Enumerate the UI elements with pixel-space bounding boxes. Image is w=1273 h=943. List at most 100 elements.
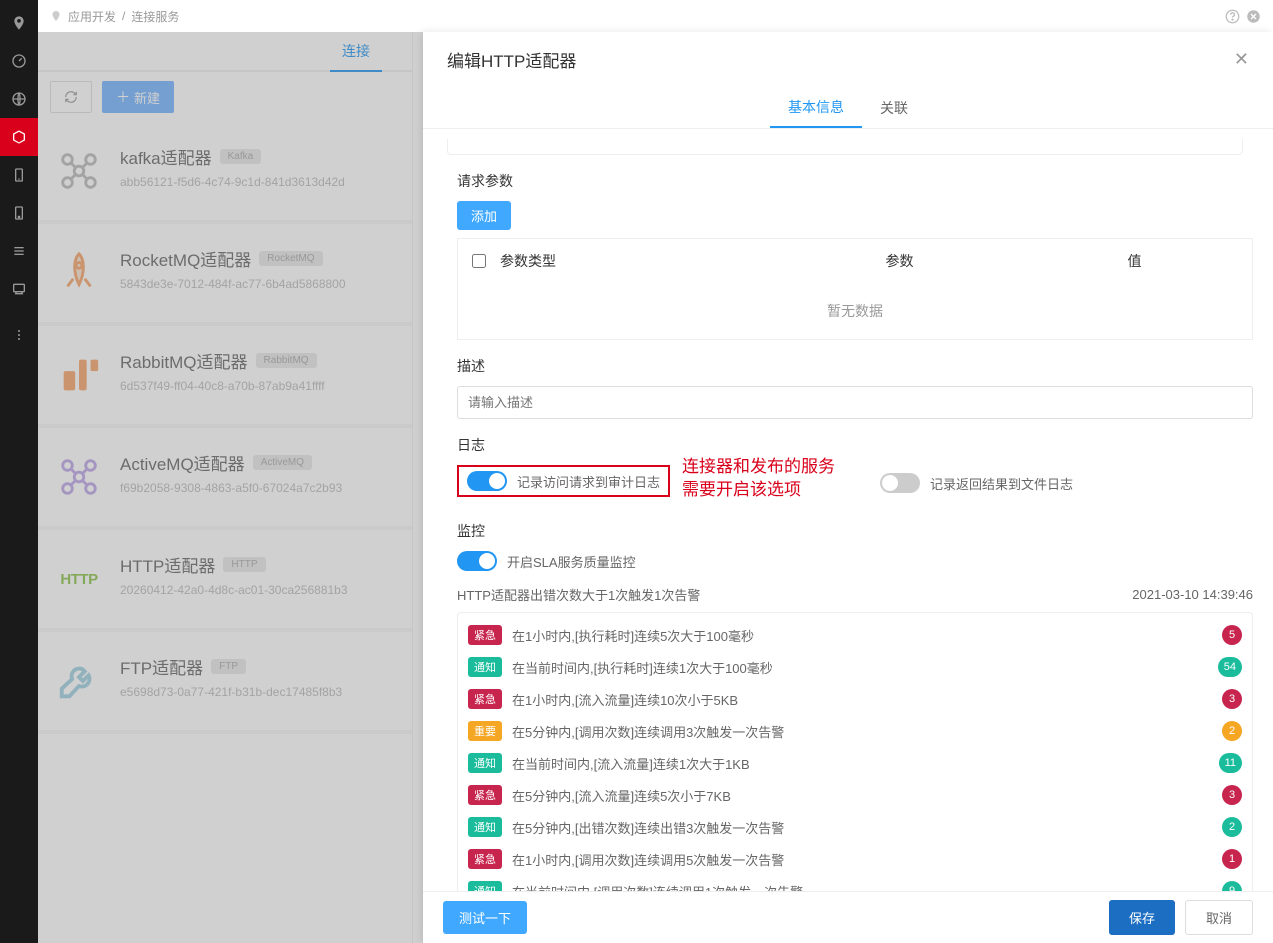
connection-name: HTTP适配器	[120, 552, 215, 577]
refresh-button[interactable]	[50, 81, 92, 113]
param-col-name: 参数	[782, 251, 1017, 271]
alarm-text: 在当前时间内,[调用次数]连续调用1次触发一次告警	[512, 882, 1212, 892]
nav-mobile-icon[interactable]	[0, 156, 38, 194]
section-description: 描述	[457, 356, 1253, 376]
close-circle-icon[interactable]	[1246, 9, 1261, 24]
param-empty: 暂无数据	[458, 283, 1252, 339]
cancel-button[interactable]: 取消	[1185, 900, 1253, 935]
breadcrumb-pin-icon	[50, 10, 62, 22]
alarm-item[interactable]: 通知 在当前时间内,[调用次数]连续调用1次触发一次告警 9	[468, 875, 1242, 891]
alarm-item[interactable]: 通知 在当前时间内,[流入流量]连续1次大于1KB 11	[468, 747, 1242, 779]
alarm-level-tag: 紧急	[468, 689, 502, 709]
alarm-text: 在5分钟内,[调用次数]连续调用3次触发一次告警	[512, 722, 1212, 741]
test-button[interactable]: 测试一下	[443, 901, 527, 934]
connection-item[interactable]: HTTP HTTP适配器 HTTP 20260412-42a0-4d8c-ac01…	[38, 530, 412, 632]
connection-list: kafka适配器 Kafka abb56121-f5d6-4c74-9c1d-84…	[38, 122, 412, 943]
connection-badge: RabbitMQ	[256, 353, 317, 368]
nav-globe-icon[interactable]	[0, 80, 38, 118]
param-col-type: 参数类型	[500, 251, 782, 271]
alarm-list: 紧急 在1小时内,[执行耗时]连续5次大于100毫秒 5通知 在当前时间内,[执…	[457, 612, 1253, 891]
nav-list-icon[interactable]	[0, 232, 38, 270]
label-audit-log: 记录访问请求到审计日志	[517, 472, 660, 491]
alarm-text: 在当前时间内,[流入流量]连续1次大于1KB	[512, 754, 1209, 773]
section-monitor: 监控	[457, 521, 1253, 541]
connection-item[interactable]: kafka适配器 Kafka abb56121-f5d6-4c74-9c1d-84…	[38, 122, 412, 224]
alarm-level-tag: 重要	[468, 721, 502, 741]
connection-name: kafka适配器	[120, 144, 212, 169]
breadcrumb-part2[interactable]: 连接服务	[131, 8, 179, 25]
connection-item[interactable]: RabbitMQ适配器RabbitMQ 6d537f49-ff04-40c8-a…	[38, 326, 412, 428]
nav-more-icon[interactable]	[0, 316, 38, 354]
nav-gauge-icon[interactable]	[0, 42, 38, 80]
connection-id: 20260412-42a0-4d8c-ac01-30ca256881b3	[120, 583, 398, 597]
connection-item[interactable]: ActiveMQ适配器ActiveMQ f69b2058-9308-4863-a…	[38, 428, 412, 530]
alarm-level-tag: 通知	[468, 881, 502, 891]
alarm-level-tag: 紧急	[468, 785, 502, 805]
save-button[interactable]: 保存	[1109, 900, 1175, 935]
nav-device-icon[interactable]	[0, 194, 38, 232]
tab-connection[interactable]: 连接	[330, 32, 382, 72]
nav-cube-icon[interactable]	[0, 118, 38, 156]
alarm-count: 54	[1218, 657, 1242, 677]
edit-panel: 编辑HTTP适配器 ✕ 基本信息 关联 请求参数 添加 参数类型 参数 值 暂无…	[423, 32, 1273, 943]
alarm-text: 在当前时间内,[执行耗时]连续1次大于100毫秒	[512, 658, 1208, 677]
add-param-button[interactable]: 添加	[457, 201, 511, 230]
alarm-count: 2	[1222, 817, 1242, 837]
connection-name: ActiveMQ适配器	[120, 450, 245, 475]
connection-item[interactable]: RocketMQ适配器RocketMQ 5843de3e-7012-484f-a…	[38, 224, 412, 326]
connection-item[interactable]: FTP适配器FTP e5698d73-0a77-421f-b31b-dec174…	[38, 632, 412, 734]
connection-id: 6d537f49-ff04-40c8-a70b-87ab9a41ffff	[120, 379, 398, 393]
alarm-text: 在1小时内,[执行耗时]连续5次大于100毫秒	[512, 626, 1212, 645]
alarm-text: 在5分钟内,[出错次数]连续出错3次触发一次告警	[512, 818, 1212, 837]
alarm-timestamp: 2021-03-10 14:39:46	[1132, 587, 1253, 602]
connection-id: abb56121-f5d6-4c74-9c1d-841d3613d42d	[120, 175, 398, 189]
alarm-item[interactable]: 通知 在当前时间内,[执行耗时]连续1次大于100毫秒 54	[468, 651, 1242, 683]
panel-title: 编辑HTTP适配器	[447, 47, 576, 72]
connection-id: f69b2058-9308-4863-a5f0-67024a7c2b93	[120, 481, 398, 495]
connection-icon	[52, 450, 106, 504]
toggle-sla-monitor[interactable]	[457, 551, 497, 571]
alarm-item[interactable]: 重要 在5分钟内,[调用次数]连续调用3次触发一次告警 2	[468, 715, 1242, 747]
connection-icon: HTTP	[52, 552, 106, 606]
alarm-item[interactable]: 紧急 在1小时内,[执行耗时]连续5次大于100毫秒 5	[468, 619, 1242, 651]
connection-icon	[52, 654, 106, 708]
connection-icon	[52, 246, 106, 300]
toggle-file-log[interactable]	[880, 473, 920, 493]
param-table: 参数类型 参数 值 暂无数据	[457, 238, 1253, 340]
tab-relation[interactable]: 关联	[862, 87, 926, 128]
help-icon[interactable]	[1225, 9, 1240, 24]
alarm-level-tag: 紧急	[468, 849, 502, 869]
section-request-params: 请求参数	[457, 171, 1253, 191]
alarm-item[interactable]: 紧急 在1小时内,[流入流量]连续10次小于5KB 3	[468, 683, 1242, 715]
alarm-count: 2	[1222, 721, 1242, 741]
section-log: 日志	[457, 435, 1253, 455]
connection-badge: HTTP	[223, 557, 265, 572]
alarm-level-tag: 通知	[468, 753, 502, 773]
nav-pin-icon[interactable]	[0, 4, 38, 42]
callout-text-line2: 需要开启该选项	[682, 478, 801, 502]
connection-id: e5698d73-0a77-421f-b31b-dec17485f8b3	[120, 685, 398, 699]
callout-text-line1: 连接器和发布的服务	[682, 455, 835, 479]
description-input[interactable]	[457, 386, 1253, 419]
alarm-count: 11	[1219, 753, 1242, 773]
alarm-count: 3	[1222, 689, 1242, 709]
callout-box: 记录访问请求到审计日志	[457, 465, 670, 497]
alarm-summary: HTTP适配器出错次数大于1次触发1次告警	[457, 585, 700, 604]
param-select-all-checkbox[interactable]	[472, 254, 486, 268]
breadcrumb-part1[interactable]: 应用开发	[68, 8, 116, 25]
nav-monitor-icon[interactable]	[0, 270, 38, 308]
alarm-count: 1	[1222, 849, 1242, 869]
alarm-text: 在5分钟内,[流入流量]连续5次小于7KB	[512, 786, 1212, 805]
toggle-audit-log[interactable]	[467, 471, 507, 491]
alarm-item[interactable]: 紧急 在5分钟内,[流入流量]连续5次小于7KB 3	[468, 779, 1242, 811]
tab-basic-info[interactable]: 基本信息	[770, 87, 862, 128]
connection-badge: RocketMQ	[259, 251, 322, 266]
new-button[interactable]: ＋新建	[102, 81, 174, 113]
connection-badge: Kafka	[220, 149, 262, 164]
alarm-item[interactable]: 紧急 在1小时内,[调用次数]连续调用5次触发一次告警 1	[468, 843, 1242, 875]
close-icon[interactable]: ✕	[1234, 49, 1249, 70]
alarm-item[interactable]: 通知 在5分钟内,[出错次数]连续出错3次触发一次告警 2	[468, 811, 1242, 843]
alarm-level-tag: 紧急	[468, 625, 502, 645]
url-input-bottom[interactable]	[447, 139, 1243, 155]
alarm-text: 在1小时内,[流入流量]连续10次小于5KB	[512, 690, 1212, 709]
